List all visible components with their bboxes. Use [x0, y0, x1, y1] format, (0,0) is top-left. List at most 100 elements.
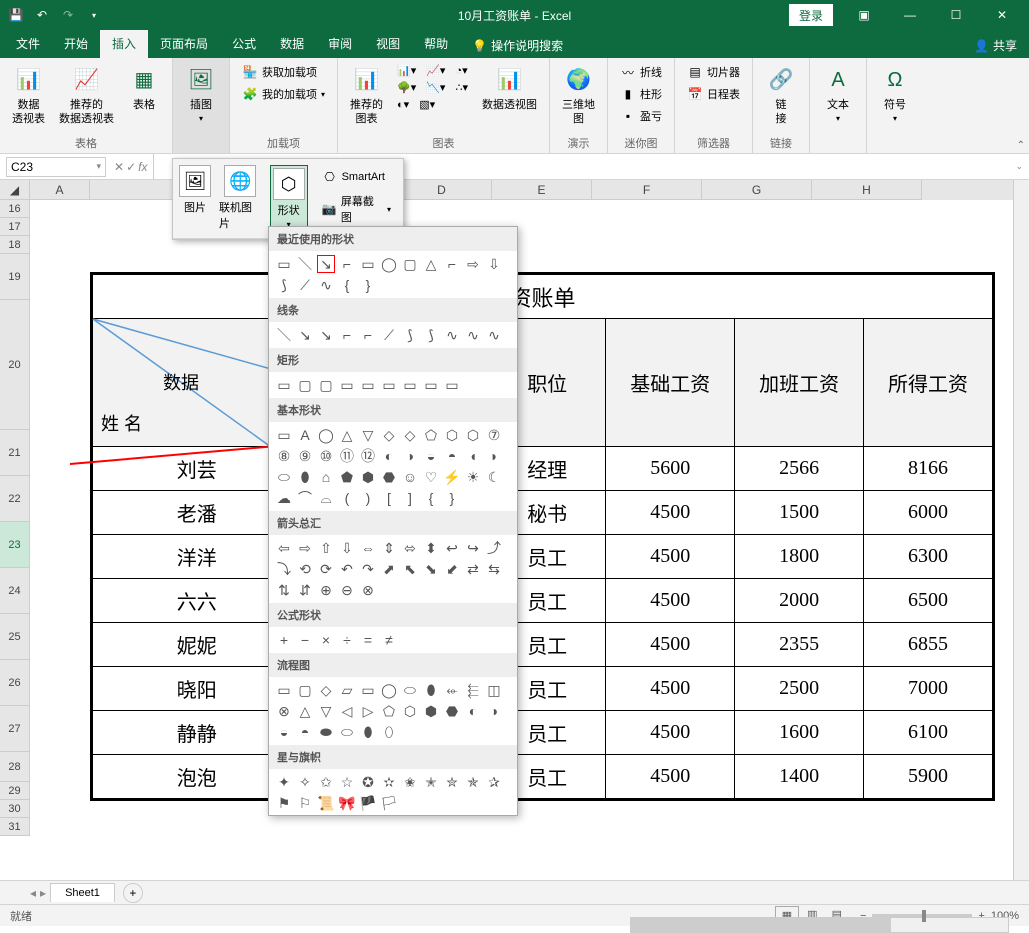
sheet-tab[interactable]: Sheet1	[50, 883, 115, 902]
shape-icon[interactable]: ⑫	[359, 447, 377, 465]
shape-icon[interactable]: ▭	[275, 681, 293, 699]
shape-icon[interactable]: ▭	[401, 376, 419, 394]
shape-icon[interactable]: ⑩	[317, 447, 335, 465]
row-header[interactable]: 28	[0, 752, 30, 782]
table-cell[interactable]: 8166	[864, 447, 993, 491]
table-cell[interactable]: 5600	[606, 447, 735, 491]
shape-icon[interactable]: ↷	[359, 560, 377, 578]
shape-icon[interactable]: ⬢	[359, 468, 377, 486]
shape-icon[interactable]: ⬬	[317, 723, 335, 741]
shape-icon[interactable]: ☁	[275, 489, 293, 507]
shape-icon[interactable]: ⌐	[338, 326, 356, 344]
tab-help[interactable]: 帮助	[412, 29, 460, 58]
shape-icon[interactable]: ⑦	[485, 426, 503, 444]
my-addins-button[interactable]: 🧩我的加载项▾	[238, 84, 329, 104]
sparkline-winloss-button[interactable]: ▪盈亏	[616, 106, 666, 126]
shape-icon[interactable]: ☾	[485, 468, 503, 486]
tab-file[interactable]: 文件	[4, 29, 52, 58]
shape-icon[interactable]: ↘	[317, 326, 335, 344]
shape-icon[interactable]: ▭	[338, 376, 356, 394]
table-cell[interactable]: 6855	[864, 623, 993, 667]
shape-icon[interactable]: ♡	[422, 468, 440, 486]
row-header[interactable]: 18	[0, 236, 30, 254]
shape-icon[interactable]: △	[338, 426, 356, 444]
shape-icon[interactable]: =	[359, 631, 377, 649]
col-header[interactable]: F	[592, 180, 702, 200]
save-icon[interactable]: 💾	[4, 3, 28, 27]
shape-rect-icon[interactable]: ▭	[359, 255, 377, 273]
recommended-charts-button[interactable]: 📊推荐的 图表	[346, 62, 387, 129]
tab-formula[interactable]: 公式	[220, 29, 268, 58]
table-cell[interactable]: 6000	[864, 491, 993, 535]
shape-icon[interactable]: ◁	[338, 702, 356, 720]
get-addins-button[interactable]: 🏪获取加载项	[238, 62, 329, 82]
screenshot-button[interactable]: 📷屏幕截图▾	[318, 191, 395, 227]
shape-icon[interactable]: ▭	[443, 376, 461, 394]
shape-icon[interactable]: ∿	[464, 326, 482, 344]
shape-darrow-icon[interactable]: ⇩	[485, 255, 503, 273]
shape-icon[interactable]: ⊗	[359, 581, 377, 599]
shape-icon[interactable]: ◗	[485, 447, 503, 465]
shape-icon[interactable]: ◇	[401, 426, 419, 444]
shape-icon[interactable]: ⬢	[422, 702, 440, 720]
shape-icon[interactable]: ✮	[443, 773, 461, 791]
shape-icon[interactable]: ▭	[422, 376, 440, 394]
shape-icon[interactable]: ⬡	[464, 426, 482, 444]
shape-icon[interactable]: ⊗	[275, 702, 293, 720]
shape-icon[interactable]: ×	[317, 631, 335, 649]
shape-icon[interactable]: ⇄	[464, 560, 482, 578]
fx-icon[interactable]: fx	[138, 160, 147, 174]
shape-icon[interactable]: ⇨	[296, 539, 314, 557]
shape-icon[interactable]: ⇅	[275, 581, 293, 599]
table-cell[interactable]: 4500	[606, 755, 735, 799]
shape-icon[interactable]: ⚡	[443, 468, 461, 486]
tab-data[interactable]: 数据	[268, 29, 316, 58]
shape-icon[interactable]: ∿	[485, 326, 503, 344]
shape-icon[interactable]: ◑	[485, 702, 503, 720]
shape-icon[interactable]: ◇	[380, 426, 398, 444]
slicer-button[interactable]: ▤切片器	[683, 62, 744, 82]
shape-icon[interactable]: ÷	[338, 631, 356, 649]
shape-textbox-icon[interactable]: ▭	[275, 255, 293, 273]
shape-icon[interactable]: ⇩	[338, 539, 356, 557]
sparkline-line-button[interactable]: 〰折线	[616, 62, 666, 82]
row-header[interactable]: 23	[0, 522, 30, 568]
tab-home[interactable]: 开始	[52, 29, 100, 58]
row-header[interactable]: 24	[0, 568, 30, 614]
table-cell[interactable]: 6100	[864, 711, 993, 755]
shape-icon[interactable]: ◒	[422, 447, 440, 465]
table-cell[interactable]: 2355	[735, 623, 864, 667]
table-cell[interactable]: 4500	[606, 579, 735, 623]
shape-icon[interactable]: ⬠	[422, 426, 440, 444]
enter-formula-icon[interactable]: ✓	[126, 160, 136, 174]
shape-icon[interactable]: ⬭	[275, 468, 293, 486]
shape-elbow-icon[interactable]: ⌐	[443, 255, 461, 273]
shape-icon[interactable]: ⚑	[275, 794, 293, 812]
shape-icon[interactable]: ⬍	[422, 539, 440, 557]
shape-icon[interactable]: ▷	[359, 702, 377, 720]
shape-icon[interactable]: ⬣	[380, 468, 398, 486]
shape-icon[interactable]: ⬮	[359, 723, 377, 741]
shape-icon[interactable]: 🎀	[338, 794, 356, 812]
row-header[interactable]: 17	[0, 218, 30, 236]
shape-icon[interactable]: ⬡	[443, 426, 461, 444]
col-header[interactable]: A	[30, 180, 90, 200]
maximize-icon[interactable]: ☐	[933, 1, 979, 29]
shape-icon[interactable]: ☀	[464, 468, 482, 486]
shape-icon[interactable]: {	[422, 489, 440, 507]
shape-icon[interactable]: ⟋	[380, 326, 398, 344]
table-cell[interactable]: 4500	[606, 535, 735, 579]
tab-review[interactable]: 审阅	[316, 29, 364, 58]
shape-icon[interactable]: ⟆	[422, 326, 440, 344]
shape-icon[interactable]: ⬱	[464, 681, 482, 699]
shape-icon[interactable]: ▭	[275, 376, 293, 394]
shape-icon[interactable]: +	[275, 631, 293, 649]
shape-icon[interactable]: △	[296, 702, 314, 720]
shape-roundrect-icon[interactable]: ▢	[401, 255, 419, 273]
shape-icon[interactable]: ⬭	[401, 681, 419, 699]
table-cell[interactable]: 4500	[606, 623, 735, 667]
row-header[interactable]: 31	[0, 818, 30, 836]
scatter-chart-icon[interactable]: ∴▾	[451, 79, 472, 96]
recommended-pivot-button[interactable]: 📈推荐的 数据透视表	[55, 62, 118, 129]
table-cell[interactable]: 7000	[864, 667, 993, 711]
